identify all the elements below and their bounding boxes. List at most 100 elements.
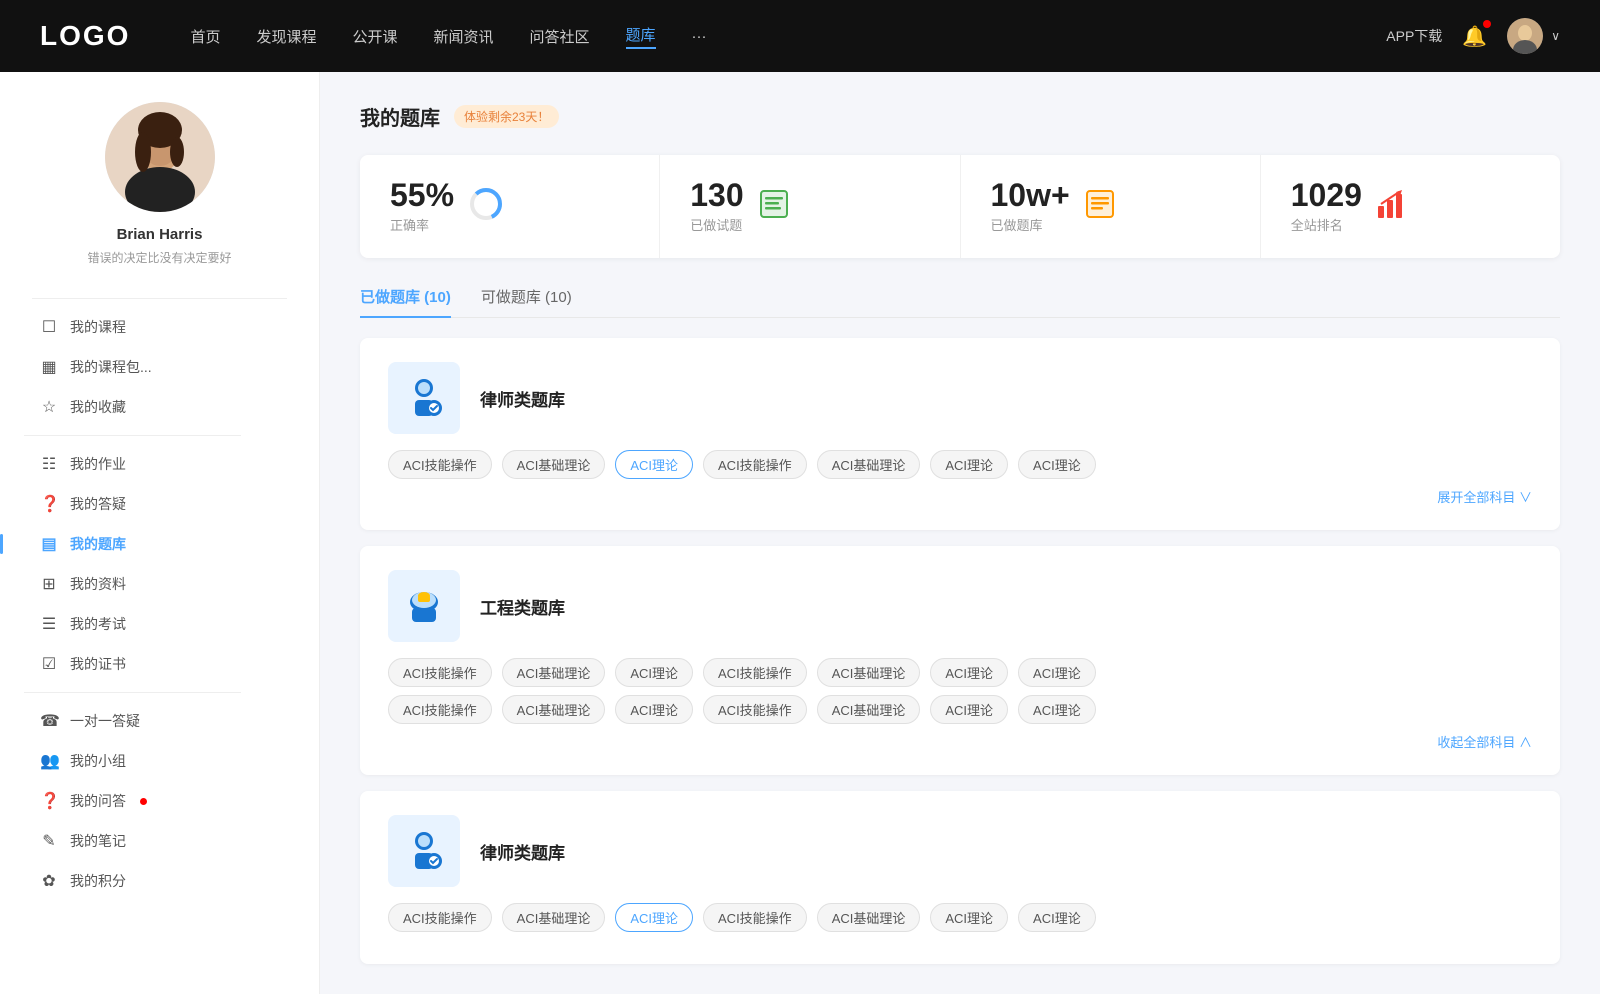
main-nav: 首页 发现课程 公开课 新闻资讯 问答社区 题库 ··· <box>190 24 1386 49</box>
sidebar-item-my-course-pkg[interactable]: ▦ 我的课程包... <box>24 347 295 387</box>
sidebar-item-question-bank[interactable]: ▤ 我的题库 <box>24 524 295 564</box>
tag[interactable]: ACI基础理论 <box>502 695 606 724</box>
bank-lawyer-icon-1 <box>388 362 460 434</box>
sidebar-item-exam[interactable]: ☰ 我的考试 <box>24 604 295 644</box>
user-avatar-menu[interactable]: ∨ <box>1507 18 1560 54</box>
app-download-link[interactable]: APP下载 <box>1386 26 1442 46</box>
tabs-row: 已做题库 (10) 可做题库 (10) <box>360 286 1560 318</box>
stat-accuracy: 55% 正确率 <box>360 155 660 258</box>
tag[interactable]: ACI理论 <box>930 903 1008 932</box>
nav-more[interactable]: ··· <box>692 28 707 45</box>
myqa-icon: ❓ <box>40 791 58 811</box>
sidebar-item-points[interactable]: ✿ 我的积分 <box>24 861 295 901</box>
bank-name-2: 工程类题库 <box>480 594 565 619</box>
bank-tags-1: ACI技能操作 ACI基础理论 ACI理论 ACI技能操作 ACI基础理论 AC… <box>388 450 1532 479</box>
nav-open-course[interactable]: 公开课 <box>352 26 397 47</box>
sidebar-item-label: 我的小组 <box>70 751 126 771</box>
tag[interactable]: ACI基础理论 <box>502 658 606 687</box>
stat-questions-done: 130 已做试题 <box>660 155 960 258</box>
sidebar-item-label: 我的积分 <box>70 871 126 891</box>
tag[interactable]: ACI理论 <box>1018 450 1096 479</box>
tag[interactable]: ACI理论 <box>1018 903 1096 932</box>
nav-question-bank[interactable]: 题库 <box>626 24 656 49</box>
bank-card-header-2: 工程类题库 <box>388 570 1532 642</box>
sidebar-item-certificate[interactable]: ☑ 我的证书 <box>24 644 295 684</box>
tag[interactable]: ACI基础理论 <box>817 450 921 479</box>
profile-avatar <box>105 102 215 212</box>
nav-discover[interactable]: 发现课程 <box>256 26 316 47</box>
tag[interactable]: ACI技能操作 <box>703 695 807 724</box>
sidebar-item-notes[interactable]: ✎ 我的笔记 <box>24 821 295 861</box>
nav-home[interactable]: 首页 <box>190 26 220 47</box>
stat-accuracy-text: 55% 正确率 <box>390 179 454 234</box>
tag[interactable]: ACI技能操作 <box>703 903 807 932</box>
tag[interactable]: ACI技能操作 <box>388 658 492 687</box>
sidebar-divider-2 <box>24 692 241 693</box>
page-title: 我的题库 <box>360 102 440 131</box>
bank-card-3: 律师类题库 ACI技能操作 ACI基础理论 ACI理论 ACI技能操作 ACI基… <box>360 791 1560 964</box>
sidebar-item-materials[interactable]: ⊞ 我的资料 <box>24 564 295 604</box>
main-layout: Brian Harris 错误的决定比没有决定要好 ☐ 我的课程 ▦ 我的课程包… <box>0 72 1600 994</box>
tag[interactable]: ACI理论 <box>930 658 1008 687</box>
nav-qa[interactable]: 问答社区 <box>530 26 590 47</box>
profile-motto: 错误的决定比没有决定要好 <box>87 249 231 266</box>
notes-icon: ✎ <box>40 831 58 851</box>
tag-active[interactable]: ACI理论 <box>615 450 693 479</box>
questions-icon <box>758 188 790 225</box>
notification-bell[interactable]: 🔔 <box>1462 24 1487 49</box>
logo[interactable]: LOGO <box>40 20 130 52</box>
tag[interactable]: ACI理论 <box>615 658 693 687</box>
nav-news[interactable]: 新闻资讯 <box>434 26 494 47</box>
tag[interactable]: ACI理论 <box>615 695 693 724</box>
bank-icon: ▤ <box>40 534 58 554</box>
stat-banks-text: 10w+ 已做题库 <box>991 179 1070 234</box>
tag[interactable]: ACI技能操作 <box>703 450 807 479</box>
stat-rank-label: 全站排名 <box>1291 215 1362 234</box>
chevron-down-icon: ∨ <box>1551 29 1560 43</box>
tag[interactable]: ACI基础理论 <box>817 658 921 687</box>
tag[interactable]: ACI理论 <box>930 695 1008 724</box>
accuracy-chart-icon <box>468 186 504 227</box>
materials-icon: ⊞ <box>40 574 58 594</box>
sidebar-item-label: 我的课程包... <box>70 357 152 377</box>
tag[interactable]: ACI技能操作 <box>388 450 492 479</box>
tag[interactable]: ACI理论 <box>1018 695 1096 724</box>
sidebar-item-1on1-qa[interactable]: ☎ 一对一答疑 <box>24 701 295 741</box>
sidebar-item-qa[interactable]: ❓ 我的答疑 <box>24 484 295 524</box>
trial-badge: 体验剩余23天！ <box>454 105 559 128</box>
stat-banks-done: 10w+ 已做题库 <box>961 155 1261 258</box>
tag[interactable]: ACI基础理论 <box>817 903 921 932</box>
sidebar-item-homework[interactable]: ☷ 我的作业 <box>24 444 295 484</box>
sidebar-item-my-favorites[interactable]: ☆ 我的收藏 <box>24 387 295 427</box>
expand-link-1[interactable]: 展开全部科目 ∨ <box>388 487 1532 506</box>
tag[interactable]: ACI基础理论 <box>502 903 606 932</box>
course-pkg-icon: ▦ <box>40 357 58 377</box>
sidebar-item-my-qa[interactable]: ❓ 我的问答 <box>24 781 295 821</box>
content-area: 我的题库 体验剩余23天！ 55% 正确率 <box>320 72 1600 994</box>
tag-active[interactable]: ACI理论 <box>615 903 693 932</box>
tag[interactable]: ACI技能操作 <box>388 903 492 932</box>
sidebar-item-label: 我的资料 <box>70 574 126 594</box>
bank-lawyer-icon-2 <box>388 815 460 887</box>
favorites-icon: ☆ <box>40 397 58 417</box>
sidebar-item-label: 我的考试 <box>70 614 126 634</box>
collapse-link-2[interactable]: 收起全部科目 ∧ <box>388 732 1532 751</box>
sidebar-item-group[interactable]: 👥 我的小组 <box>24 741 295 781</box>
tag[interactable]: ACI基础理论 <box>502 450 606 479</box>
sidebar-item-label: 我的笔记 <box>70 831 126 851</box>
tab-done[interactable]: 已做题库 (10) <box>360 286 451 317</box>
bank-card-header-3: 律师类题库 <box>388 815 1532 887</box>
header-right: APP下载 🔔 ∨ <box>1386 18 1560 54</box>
sidebar: Brian Harris 错误的决定比没有决定要好 ☐ 我的课程 ▦ 我的课程包… <box>0 72 320 994</box>
tag[interactable]: ACI技能操作 <box>388 695 492 724</box>
tag[interactable]: ACI技能操作 <box>703 658 807 687</box>
stat-banks-value: 10w+ <box>991 179 1070 211</box>
tag[interactable]: ACI理论 <box>930 450 1008 479</box>
tag[interactable]: ACI理论 <box>1018 658 1096 687</box>
tag[interactable]: ACI基础理论 <box>817 695 921 724</box>
tab-available[interactable]: 可做题库 (10) <box>481 286 572 317</box>
sidebar-item-my-course[interactable]: ☐ 我的课程 <box>24 307 295 347</box>
sidebar-item-label: 我的证书 <box>70 654 126 674</box>
stat-rank: 1029 全站排名 <box>1261 155 1560 258</box>
stat-questions-text: 130 已做试题 <box>690 179 743 234</box>
